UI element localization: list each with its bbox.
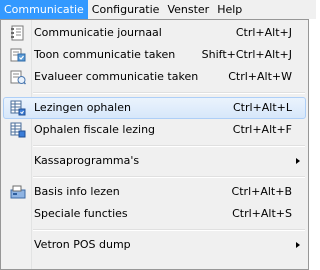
menu-item-label: Vetron POS dump (34, 238, 131, 251)
submenu-arrow-icon (296, 158, 300, 164)
tasks-icon (10, 48, 26, 62)
menu-item-shortcut: Ctrl+Alt+S (232, 207, 292, 220)
menu-item-shortcut: Ctrl+Alt+F (232, 123, 292, 136)
menu-separator (33, 145, 305, 147)
menu-item-shortcut: Ctrl+Alt+J (235, 26, 292, 39)
menu-separator (33, 92, 305, 94)
menu-item-lezingen-ophalen[interactable]: Lezingen ophalen Ctrl+Alt+L (3, 97, 306, 119)
menu-item-label: Speciale functies (34, 207, 128, 220)
menu-bar: Communicatie Configuratie Venster Help (0, 0, 316, 19)
menu-item-shortcut: Ctrl+Alt+L (232, 101, 292, 114)
menu-item-speciale-functies[interactable]: Speciale functies Ctrl+Alt+S (3, 203, 306, 225)
menu-item-shortcut: Ctrl+Alt+W (228, 70, 292, 83)
menu-configuratie[interactable]: Configuratie (88, 0, 164, 19)
menu-item-evalueer-communicatie-taken[interactable]: Evalueer communicatie taken Ctrl+Alt+W (3, 66, 306, 88)
evaluate-icon (10, 70, 26, 85)
journal-icon (11, 25, 24, 41)
menu-communicatie[interactable]: Communicatie (0, 0, 88, 19)
menu-item-toon-communicatie-taken[interactable]: Toon communicatie taken Shift+Ctrl+Alt+J (3, 44, 306, 66)
menu-item-ophalen-fiscale-lezing[interactable]: Ophalen fiscale lezing Ctrl+Alt+F (3, 119, 306, 141)
menu-item-shortcut: Shift+Ctrl+Alt+J (201, 48, 292, 61)
submenu-arrow-icon (296, 242, 300, 248)
menu-item-label: Toon communicatie taken (34, 48, 176, 61)
menu-item-label: Evalueer communicatie taken (34, 70, 199, 83)
menu-item-label: Ophalen fiscale lezing (34, 123, 156, 136)
fiscal-reading-icon (10, 122, 26, 138)
menu-item-kassaprogrammas[interactable]: Kassaprogramma's (3, 150, 306, 172)
communicatie-dropdown: Communicatie journaal Ctrl+Alt+J Toon co… (0, 19, 309, 270)
menu-item-communicatie-journaal[interactable]: Communicatie journaal Ctrl+Alt+J (3, 22, 306, 44)
menu-item-label: Lezingen ophalen (34, 101, 131, 114)
menu-help[interactable]: Help (213, 0, 246, 19)
menu-item-basis-info-lezen[interactable]: Basis info lezen Ctrl+Alt+B (3, 181, 306, 203)
menu-separator (33, 229, 305, 231)
menu-item-shortcut: Ctrl+Alt+B (231, 185, 292, 198)
menu-venster[interactable]: Venster (163, 0, 213, 19)
menu-item-vetron-pos-dump[interactable]: Vetron POS dump (3, 234, 306, 256)
menu-item-label: Communicatie journaal (34, 26, 162, 39)
fetch-readings-icon (10, 100, 26, 116)
basic-info-icon (10, 185, 26, 199)
menu-item-label: Kassaprogramma's (34, 154, 140, 167)
menu-item-label: Basis info lezen (34, 185, 120, 198)
menu-separator (33, 176, 305, 178)
